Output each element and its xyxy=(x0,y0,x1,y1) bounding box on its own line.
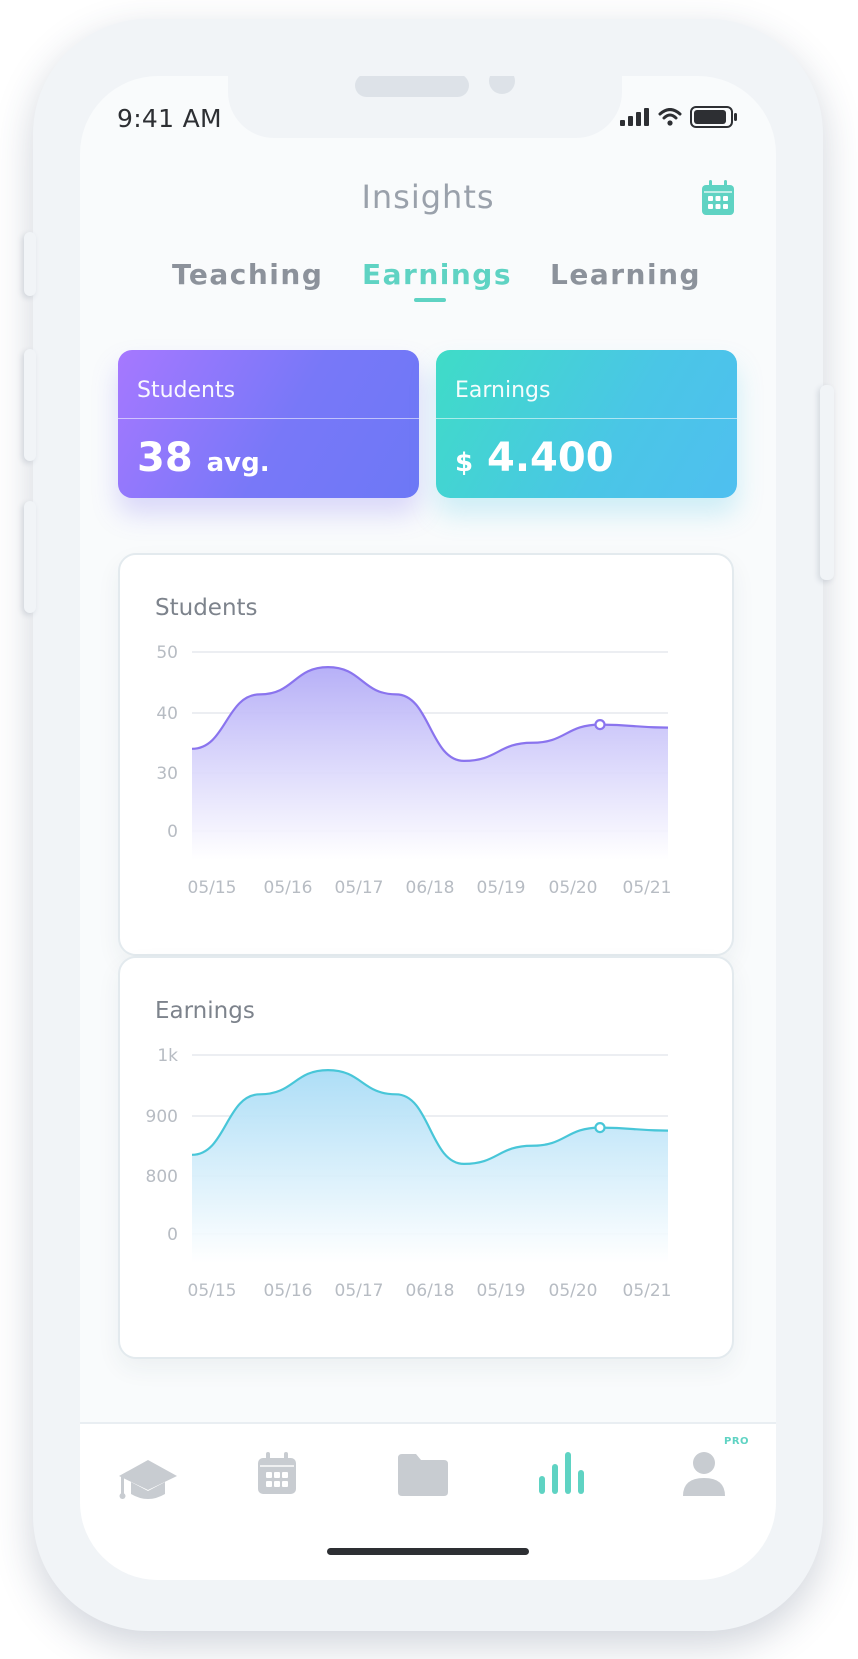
tab-earnings[interactable]: Earnings xyxy=(362,258,512,291)
chart-title: Students xyxy=(155,595,258,621)
page-title: Insights xyxy=(361,178,495,216)
x-tick-label: 05/16 xyxy=(264,1281,313,1301)
divider xyxy=(118,418,419,419)
speaker xyxy=(355,76,469,97)
home-indicator[interactable] xyxy=(327,1548,529,1555)
y-tick-label: 900 xyxy=(146,1107,178,1127)
students-summary-label: Students xyxy=(137,378,236,403)
bar-chart-icon[interactable] xyxy=(539,1452,585,1494)
y-tick-label: 50 xyxy=(156,643,178,663)
x-tick-label: 05/15 xyxy=(188,878,237,898)
students-summary-card[interactable]: Students 38 avg. xyxy=(118,350,419,498)
y-tick-label: 30 xyxy=(156,764,178,784)
y-tick-label: 1k xyxy=(157,1046,178,1066)
front-camera xyxy=(489,76,515,94)
pro-badge: PRO xyxy=(724,1436,750,1447)
x-tick-label: 06/18 xyxy=(406,878,455,898)
bottom-navigation xyxy=(80,1422,776,1580)
area-fill xyxy=(192,1070,668,1263)
volume-up-button xyxy=(24,349,36,461)
divider xyxy=(436,418,737,419)
battery-icon xyxy=(690,106,737,128)
y-tick-label: 40 xyxy=(156,704,178,724)
x-tick-label: 05/19 xyxy=(477,1281,526,1301)
folder-icon[interactable] xyxy=(398,1454,448,1496)
calendar-icon[interactable] xyxy=(258,1452,296,1494)
screen: 9:41 AM Insights Teaching Earnings Learn… xyxy=(80,76,776,1580)
x-tick-label: 05/17 xyxy=(335,1281,384,1301)
mute-switch xyxy=(24,232,36,296)
x-tick-label: 05/20 xyxy=(549,878,598,898)
x-tick-label: 05/21 xyxy=(623,878,672,898)
x-tick-label: 05/20 xyxy=(549,1281,598,1301)
profile-icon[interactable] xyxy=(683,1452,725,1496)
students-chart-card: 50 40 30 0 05/15 05/16 05/17 06/18 05/19 05/20 05/… xyxy=(118,553,734,956)
wifi-icon xyxy=(658,108,682,126)
y-tick-label: 800 xyxy=(146,1167,178,1187)
tab-teaching[interactable]: Teaching xyxy=(172,258,323,291)
status-icons xyxy=(620,106,738,128)
x-tick-label: 05/17 xyxy=(335,878,384,898)
graduation-cap-icon[interactable] xyxy=(117,1458,179,1502)
active-tab-indicator xyxy=(414,298,446,302)
students-avg-number: 38 xyxy=(137,435,193,481)
y-tick-label: 0 xyxy=(167,822,178,842)
x-tick-label: 05/21 xyxy=(623,1281,672,1301)
earnings-summary-card[interactable]: Earnings $ 4.400 xyxy=(436,350,737,498)
area-fill xyxy=(192,667,668,860)
highlight-point xyxy=(594,1122,606,1134)
earnings-total: 4.400 xyxy=(487,435,614,481)
students-avg-unit: avg. xyxy=(206,448,270,478)
status-time: 9:41 AM xyxy=(117,104,222,133)
power-button xyxy=(820,385,834,580)
currency-symbol: $ xyxy=(455,448,474,478)
volume-down-button xyxy=(24,501,36,613)
x-tick-label: 05/15 xyxy=(188,1281,237,1301)
cellular-signal-icon xyxy=(620,108,649,126)
calendar-icon[interactable] xyxy=(702,180,734,216)
earnings-chart-card: 1k 900 800 0 05/15 05/16 05/17 06/18 05/19 05/20 0… xyxy=(118,956,734,1359)
notch xyxy=(228,76,622,138)
chart-title: Earnings xyxy=(155,998,255,1024)
tab-learning[interactable]: Learning xyxy=(550,258,701,291)
x-tick-label: 05/19 xyxy=(477,878,526,898)
students-summary-value: 38 avg. xyxy=(137,435,270,481)
earnings-summary-label: Earnings xyxy=(455,378,551,403)
x-tick-label: 05/16 xyxy=(264,878,313,898)
earnings-summary-value: $ 4.400 xyxy=(455,435,614,481)
y-tick-label: 0 xyxy=(167,1225,178,1245)
x-tick-label: 06/18 xyxy=(406,1281,455,1301)
highlight-point xyxy=(594,719,606,731)
